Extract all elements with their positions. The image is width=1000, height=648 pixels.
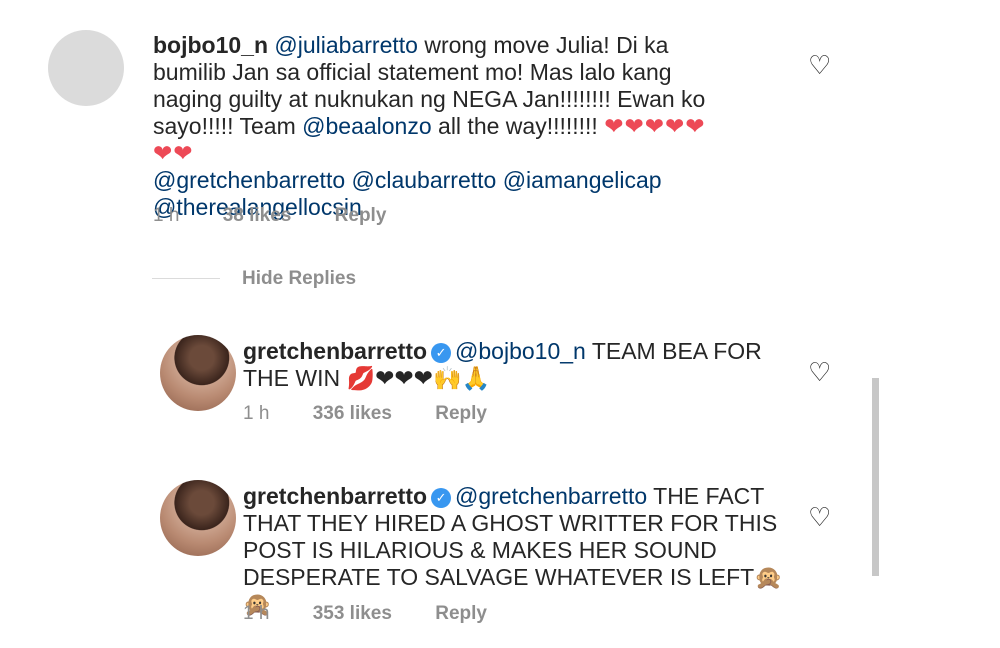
reply-button[interactable]: Reply (435, 603, 487, 624)
mention[interactable]: @juliabarretto (274, 32, 418, 58)
username[interactable]: bojbo10_n (153, 32, 268, 58)
reply-button[interactable]: Reply (335, 205, 387, 226)
divider (152, 278, 220, 279)
avatar[interactable] (160, 335, 236, 411)
username[interactable]: gretchenbarretto (243, 338, 427, 364)
username[interactable]: gretchenbarretto (243, 483, 427, 509)
comment-meta: 1 h 353 likes Reply (243, 603, 525, 625)
heart-outline-icon[interactable]: ♡ (808, 50, 831, 81)
comment-body: all the way!!!!!!!! (431, 113, 605, 139)
comment-text: bojbo10_n @juliabarretto wrong move Juli… (153, 32, 713, 221)
avatar[interactable] (48, 30, 124, 106)
likes-count[interactable]: 336 likes (313, 403, 392, 424)
heart-outline-icon[interactable]: ♡ (808, 502, 831, 533)
heart-outline-icon[interactable]: ♡ (808, 357, 831, 388)
timestamp: 1 h (243, 603, 270, 624)
mention[interactable]: @bojbo10_n (455, 338, 586, 364)
mention[interactable]: @gretchenbarretto (455, 483, 647, 509)
emojis: 💋❤❤❤🙌🙏 (346, 365, 491, 391)
scrollbar[interactable] (872, 378, 879, 576)
comment-meta: 1 h 336 likes Reply (243, 403, 525, 425)
verified-badge-icon: ✓ (431, 487, 452, 508)
likes-count[interactable]: 38 likes (223, 205, 292, 226)
comment-text: gretchenbarretto ✓ @gretchenbarretto THE F… (243, 483, 803, 618)
verified-badge-icon: ✓ (431, 342, 452, 363)
mention[interactable]: @beaalonzo (302, 113, 432, 139)
timestamp: 1 h (243, 403, 270, 424)
timestamp: 1 h (153, 205, 180, 226)
avatar[interactable] (160, 480, 236, 556)
hide-replies-button[interactable]: Hide Replies (242, 268, 356, 290)
comment-meta: 1 h 38 likes Reply (153, 205, 424, 227)
comment-text: gretchenbarretto ✓ @bojbo10_n TEAM BEA FOR… (243, 338, 803, 392)
reply-button[interactable]: Reply (435, 403, 487, 424)
likes-count[interactable]: 353 likes (313, 603, 392, 624)
